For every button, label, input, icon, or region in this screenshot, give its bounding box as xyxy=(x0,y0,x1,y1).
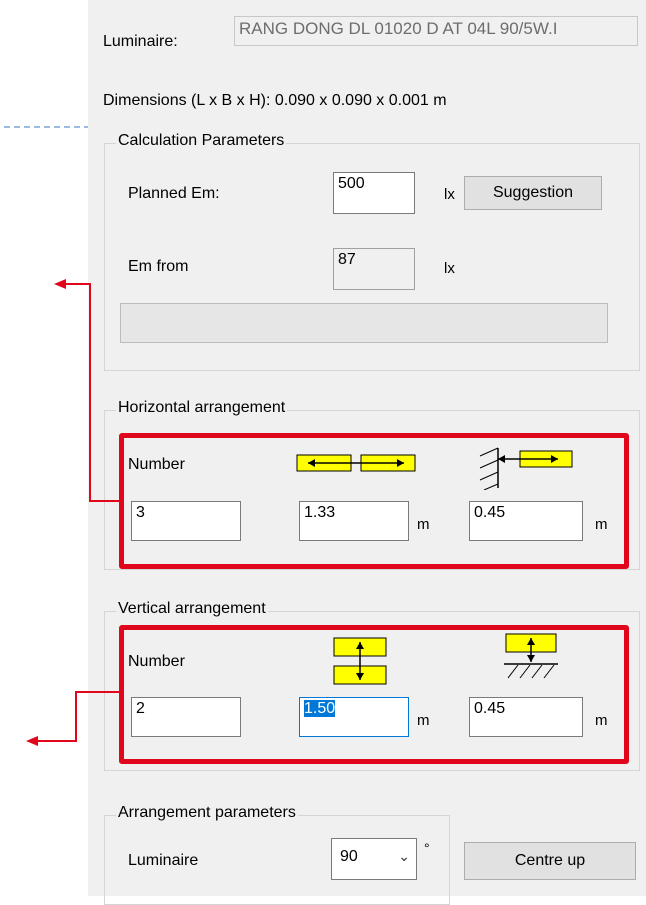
red-callout-arrows xyxy=(26,279,120,746)
horizontal-arrowhead xyxy=(54,279,66,289)
vertical-callout-arrow xyxy=(34,691,120,742)
vertical-arrowhead xyxy=(26,736,38,746)
horizontal-callout-arrow xyxy=(62,283,120,502)
